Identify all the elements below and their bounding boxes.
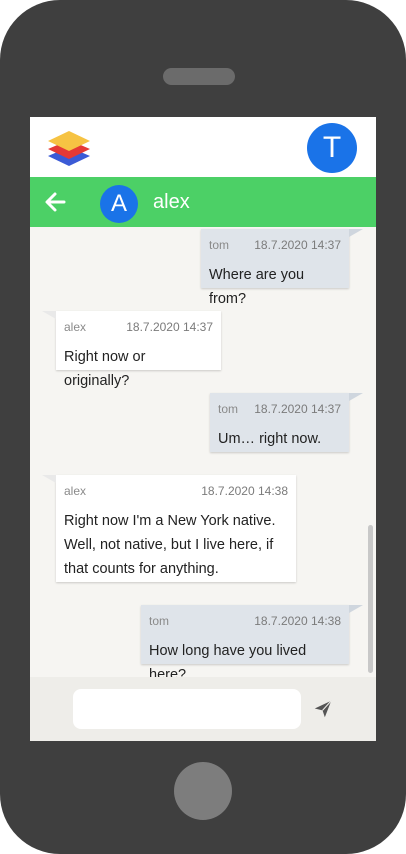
contact-avatar[interactable]: A: [100, 185, 138, 223]
bubble-tail: [349, 393, 363, 401]
message-input[interactable]: [73, 689, 301, 729]
send-icon[interactable]: [312, 698, 334, 720]
message-text: Right now I'm a New York native. Well, n…: [64, 513, 276, 577]
message-bubble-outgoing: tom 18.7.2020 14:37 Um… right now.: [210, 393, 363, 452]
chat-header: A alex: [30, 177, 376, 227]
message-author: tom: [209, 238, 230, 252]
message-text: Where are you from?: [209, 267, 305, 307]
message-timestamp: 18.7.2020 14:37: [254, 402, 341, 416]
stacked-layers-icon: [48, 131, 90, 166]
message-list-scrollbar[interactable]: [368, 525, 373, 673]
app-header: T: [30, 117, 376, 177]
home-button[interactable]: [174, 762, 232, 820]
message-timestamp: 18.7.2020 14:37: [254, 238, 341, 252]
app-screen: T A alex tom 18.7.2020 14:37 Where are y…: [30, 117, 376, 741]
bubble-tail: [42, 475, 56, 483]
message-text: Right now or originally?: [64, 349, 146, 389]
phone-speaker: [163, 68, 235, 85]
message-timestamp: 18.7.2020 14:38: [254, 614, 341, 628]
user-avatar[interactable]: T: [307, 123, 357, 173]
message-author: tom: [149, 614, 170, 628]
bubble-tail: [349, 229, 363, 237]
message-timestamp: 18.7.2020 14:38: [201, 484, 288, 498]
message-text: Um… right now.: [218, 431, 322, 447]
message-meta: tom 18.7.2020 14:37: [218, 402, 341, 418]
message-meta: alex 18.7.2020 14:38: [64, 484, 288, 500]
message-meta: tom 18.7.2020 14:38: [149, 614, 341, 630]
message-meta: tom 18.7.2020 14:37: [209, 238, 341, 254]
bubble-tail: [42, 311, 56, 319]
message-meta: alex 18.7.2020 14:37: [64, 320, 213, 336]
message-author: alex: [64, 320, 87, 334]
back-arrow-icon[interactable]: [44, 191, 66, 213]
message-composer: [30, 677, 376, 741]
message-bubble-incoming: alex 18.7.2020 14:38 Right now I'm a New…: [42, 475, 296, 582]
message-bubble-outgoing: tom 18.7.2020 14:38 How long have you li…: [141, 605, 363, 683]
message-bubble-incoming: alex 18.7.2020 14:37 Right now or origin…: [42, 311, 221, 389]
message-author: alex: [64, 484, 87, 498]
contact-name: alex: [153, 191, 190, 213]
message-author: tom: [218, 402, 239, 416]
bubble-tail: [349, 605, 363, 613]
message-list: tom 18.7.2020 14:37 Where are you from? …: [30, 227, 376, 683]
phone-frame: T A alex tom 18.7.2020 14:37 Where are y…: [0, 0, 406, 854]
message-timestamp: 18.7.2020 14:37: [126, 320, 213, 334]
message-bubble-outgoing: tom 18.7.2020 14:37 Where are you from?: [201, 229, 363, 307]
